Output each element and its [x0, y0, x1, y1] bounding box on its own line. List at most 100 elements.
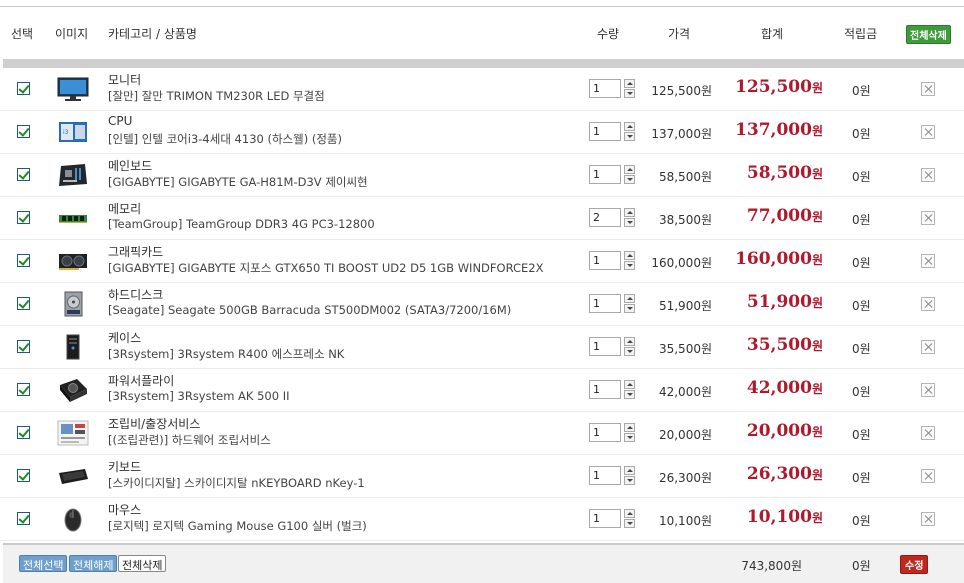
row-product-link[interactable]: [로지텍] 로지텍 Gaming Mouse G100 실버 (벌크)	[108, 518, 367, 534]
row-price: 20,000원	[658, 428, 712, 442]
qty-down-icon[interactable]	[624, 89, 635, 98]
cart-row: 메모리 [TeamGroup] TeamGroup DDR3 4G PC3-12…	[0, 197, 964, 240]
quantity-stepper[interactable]	[624, 509, 636, 528]
quantity-stepper[interactable]	[624, 122, 636, 141]
quantity-stepper[interactable]	[624, 251, 636, 270]
row-total-unit: 원	[811, 296, 823, 310]
quantity-input[interactable]	[589, 509, 621, 528]
qty-down-icon[interactable]	[624, 476, 635, 485]
qty-down-icon[interactable]	[624, 519, 635, 528]
monitor-icon	[57, 77, 89, 101]
delete-row-icon[interactable]	[921, 168, 935, 182]
quantity-input[interactable]	[589, 122, 621, 141]
row-total-value: 10,100	[746, 507, 812, 527]
row-total: 42,000원	[747, 378, 823, 398]
quantity-input[interactable]	[589, 208, 621, 227]
qty-down-icon[interactable]	[624, 261, 635, 270]
delete-row-icon[interactable]	[921, 426, 935, 440]
qty-up-icon[interactable]	[624, 466, 635, 475]
row-checkbox[interactable]	[17, 512, 30, 525]
quantity-stepper[interactable]	[624, 165, 636, 184]
grand-total: 743,800원	[741, 559, 802, 573]
row-checkbox[interactable]	[17, 168, 30, 181]
row-product-link[interactable]: [3Rsystem] 3Rsystem AK 500 II	[108, 389, 290, 403]
row-total: 160,000원	[735, 249, 823, 269]
row-point: 0원	[852, 385, 871, 399]
qty-down-icon[interactable]	[624, 433, 635, 442]
delete-row-icon[interactable]	[921, 469, 935, 483]
row-total-value: 160,000	[735, 249, 812, 269]
select-all-button[interactable]: 전체선택	[19, 555, 68, 572]
quantity-stepper[interactable]	[624, 466, 636, 485]
qty-up-icon[interactable]	[624, 337, 635, 346]
delete-row-icon[interactable]	[921, 512, 935, 526]
quantity-input[interactable]	[589, 337, 621, 356]
row-price: 26,300원	[658, 471, 712, 485]
quantity-stepper[interactable]	[624, 380, 636, 399]
delete-row-icon[interactable]	[921, 340, 935, 354]
row-checkbox[interactable]	[17, 82, 30, 95]
qty-down-icon[interactable]	[624, 347, 635, 356]
quantity-stepper[interactable]	[624, 337, 636, 356]
delete-row-icon[interactable]	[921, 211, 935, 225]
header-delete-all-button[interactable]: 전체삭제	[906, 25, 951, 44]
row-total-unit: 원	[811, 339, 823, 353]
row-product-link[interactable]: [GIGABYTE] GIGABYTE GA-H81M-D3V 제이씨현	[108, 174, 368, 190]
row-checkbox[interactable]	[17, 297, 30, 310]
row-product-link[interactable]: [잘만] 잘만 TRIMON TM230R LED 무결점	[108, 88, 325, 104]
row-checkbox[interactable]	[17, 383, 30, 396]
quantity-stepper[interactable]	[624, 208, 636, 227]
delete-row-icon[interactable]	[921, 125, 935, 139]
row-checkbox[interactable]	[17, 125, 30, 138]
quantity-stepper[interactable]	[624, 294, 636, 313]
delete-all-button[interactable]: 전체삭제	[118, 555, 167, 572]
qty-up-icon[interactable]	[624, 79, 635, 88]
quantity-input[interactable]	[589, 79, 621, 98]
row-product-link[interactable]: [(조립관련)] 하드웨어 조립서비스	[108, 432, 271, 448]
delete-row-icon[interactable]	[921, 254, 935, 268]
row-checkbox[interactable]	[17, 426, 30, 439]
row-checkbox[interactable]	[17, 340, 30, 353]
qty-down-icon[interactable]	[624, 132, 635, 141]
qty-up-icon[interactable]	[624, 509, 635, 518]
qty-up-icon[interactable]	[624, 165, 635, 174]
cart-row: i3 CPU [인텔] 인텔 코어i3-4세대 4130 (하스웰) (정품) …	[0, 111, 964, 154]
delete-row-icon[interactable]	[921, 383, 935, 397]
row-price: 38,500원	[658, 213, 712, 227]
qty-down-icon[interactable]	[624, 175, 635, 184]
quantity-input[interactable]	[589, 466, 621, 485]
qty-up-icon[interactable]	[624, 294, 635, 303]
row-product-link[interactable]: [인텔] 인텔 코어i3-4세대 4130 (하스웰) (정품)	[108, 131, 342, 147]
qty-up-icon[interactable]	[624, 423, 635, 432]
row-checkbox[interactable]	[17, 254, 30, 267]
quantity-input[interactable]	[589, 251, 621, 270]
row-product-link[interactable]: [3Rsystem] 3Rsystem R400 에스프레소 NK	[108, 346, 344, 362]
qty-down-icon[interactable]	[624, 218, 635, 227]
row-product-link[interactable]: [GIGABYTE] GIGABYTE 지포스 GTX650 TI BOOST …	[108, 260, 544, 276]
row-total: 125,500원	[735, 77, 823, 97]
qty-down-icon[interactable]	[624, 304, 635, 313]
qty-up-icon[interactable]	[624, 208, 635, 217]
quantity-input[interactable]	[589, 423, 621, 442]
row-product-link[interactable]: [TeamGroup] TeamGroup DDR3 4G PC3-12800	[108, 217, 375, 231]
delete-row-icon[interactable]	[921, 82, 935, 96]
row-product-link[interactable]: [스카이디지탈] 스카이디지탈 nKEYBOARD nKey-1	[108, 475, 365, 491]
qty-up-icon[interactable]	[624, 380, 635, 389]
qty-up-icon[interactable]	[624, 122, 635, 131]
quantity-input[interactable]	[589, 380, 621, 399]
qty-up-icon[interactable]	[624, 251, 635, 260]
row-product-link[interactable]: [Seagate] Seagate 500GB Barracuda ST500D…	[108, 303, 511, 317]
quantity-stepper[interactable]	[624, 79, 636, 98]
delete-row-icon[interactable]	[921, 297, 935, 311]
psu-icon	[60, 379, 87, 402]
quantity-stepper[interactable]	[624, 423, 636, 442]
quantity-input[interactable]	[589, 294, 621, 313]
row-checkbox[interactable]	[17, 469, 30, 482]
row-category: 모니터	[108, 73, 142, 87]
deselect-all-button[interactable]: 전체해제	[69, 555, 118, 572]
row-checkbox[interactable]	[17, 211, 30, 224]
memory-icon	[59, 215, 87, 223]
qty-down-icon[interactable]	[624, 390, 635, 399]
edit-button[interactable]: 수정	[900, 555, 929, 574]
quantity-input[interactable]	[589, 165, 621, 184]
